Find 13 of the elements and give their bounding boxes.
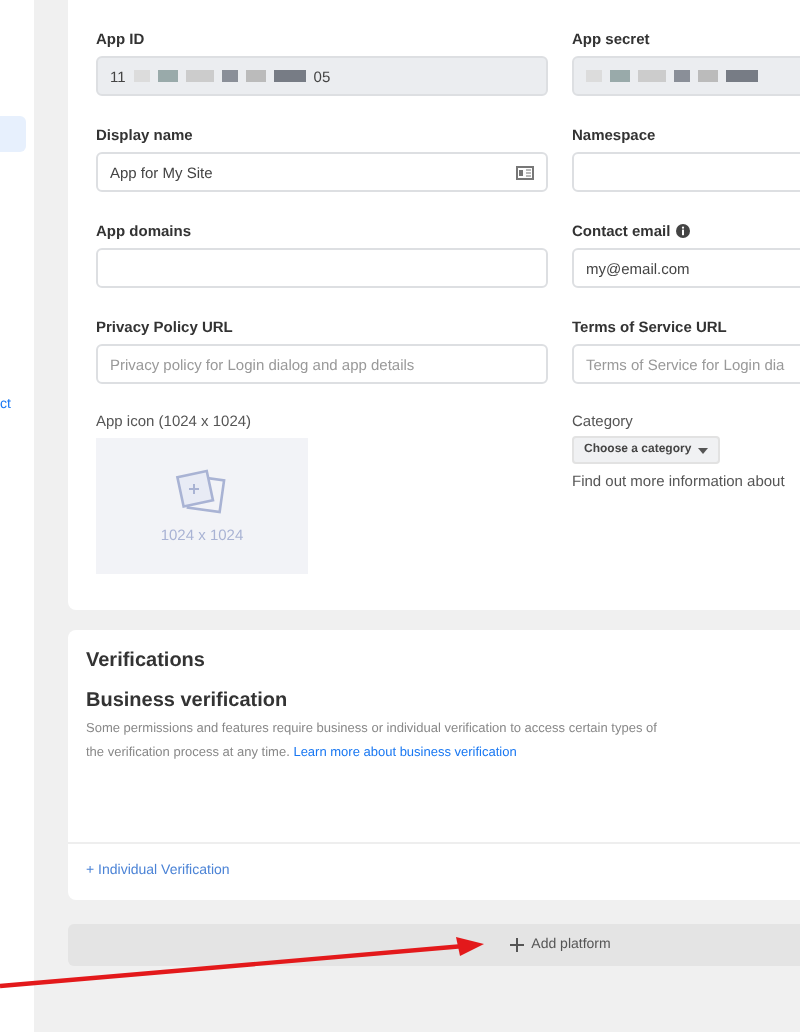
redaction-block bbox=[273, 70, 306, 82]
redaction-block bbox=[157, 70, 178, 82]
redaction-block bbox=[185, 70, 214, 82]
redaction-block bbox=[638, 70, 666, 82]
redaction-block bbox=[245, 70, 266, 82]
section-subtitle: Business verification bbox=[84, 688, 290, 712]
caret-icon bbox=[697, 447, 708, 453]
sidebar-item[interactable] bbox=[0, 116, 26, 152]
plus-icon bbox=[509, 938, 524, 952]
redaction-block bbox=[221, 70, 238, 82]
redaction-block bbox=[726, 70, 758, 82]
section-title: Verifications bbox=[84, 648, 207, 672]
input-field[interactable] bbox=[96, 248, 548, 288]
